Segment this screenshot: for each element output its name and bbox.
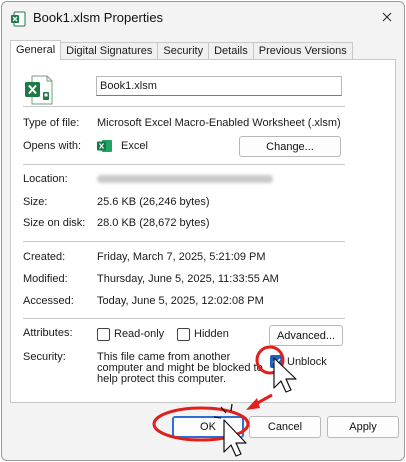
size-value: 25.6 KB (26,246 bytes): [97, 196, 210, 208]
general-panel: Book1.xlsm Type of file: Microsoft Excel…: [10, 59, 396, 403]
unblock-checkbox[interactable]: [270, 355, 283, 368]
tab-previous-versions[interactable]: Previous Versions: [253, 42, 353, 60]
modified-value: Thursday, June 5, 2025, 11:33:55 AM: [97, 273, 279, 285]
unblock-label: Unblock: [287, 356, 327, 368]
hidden-checkbox[interactable]: [177, 328, 190, 341]
tab-general[interactable]: General: [10, 40, 62, 60]
change-button[interactable]: Change...: [239, 136, 341, 157]
window-title: Book1.xlsm Properties: [33, 10, 164, 25]
excel-file-icon: [10, 11, 26, 27]
opens-with-label: Opens with:: [23, 140, 82, 152]
file-name-input[interactable]: Book1.xlsm: [96, 76, 342, 96]
accessed-label: Accessed:: [23, 295, 74, 307]
cancel-button[interactable]: Cancel: [249, 416, 321, 438]
modified-label: Modified:: [23, 273, 68, 285]
attributes-label: Attributes:: [23, 327, 73, 339]
divider: [23, 318, 345, 319]
excel-app-icon: [97, 139, 113, 153]
hidden-label: Hidden: [194, 328, 229, 340]
opens-with-value: Excel: [121, 140, 148, 152]
location-value-redacted: [97, 175, 273, 183]
readonly-label: Read-only: [114, 328, 165, 340]
ok-button[interactable]: OK: [172, 416, 244, 438]
excel-macro-file-icon: [23, 74, 55, 106]
created-label: Created:: [23, 251, 66, 263]
security-label: Security:: [23, 351, 66, 363]
type-label: Type of file:: [23, 117, 80, 129]
properties-dialog: Book1.xlsm Properties General Digital Si…: [1, 1, 405, 461]
size-label: Size:: [23, 196, 48, 208]
tab-security[interactable]: Security: [158, 42, 210, 60]
tab-details[interactable]: Details: [209, 42, 254, 60]
divider: [23, 164, 345, 165]
divider: [23, 241, 345, 242]
close-icon: [382, 12, 392, 22]
type-value: Microsoft Excel Macro-Enabled Worksheet …: [97, 117, 341, 129]
location-label: Location:: [23, 173, 68, 185]
title-bar: Book1.xlsm Properties: [2, 2, 404, 34]
size-on-disk-label: Size on disk:: [23, 217, 86, 229]
divider: [23, 106, 345, 107]
security-message-line-3: help protect this computer.: [97, 373, 227, 385]
close-button[interactable]: [370, 2, 404, 32]
accessed-value: Today, June 5, 2025, 12:02:08 PM: [97, 295, 264, 307]
readonly-checkbox[interactable]: [97, 328, 110, 341]
advanced-button[interactable]: Advanced...: [269, 325, 343, 346]
checkmark-icon: [272, 358, 281, 366]
created-value: Friday, March 7, 2025, 5:21:09 PM: [97, 251, 266, 263]
tab-digital-signatures[interactable]: Digital Signatures: [61, 42, 159, 60]
apply-button[interactable]: Apply: [327, 416, 399, 438]
tab-strip: General Digital Signatures Security Deta…: [10, 40, 353, 60]
size-on-disk-value: 28.0 KB (28,672 bytes): [97, 217, 210, 229]
